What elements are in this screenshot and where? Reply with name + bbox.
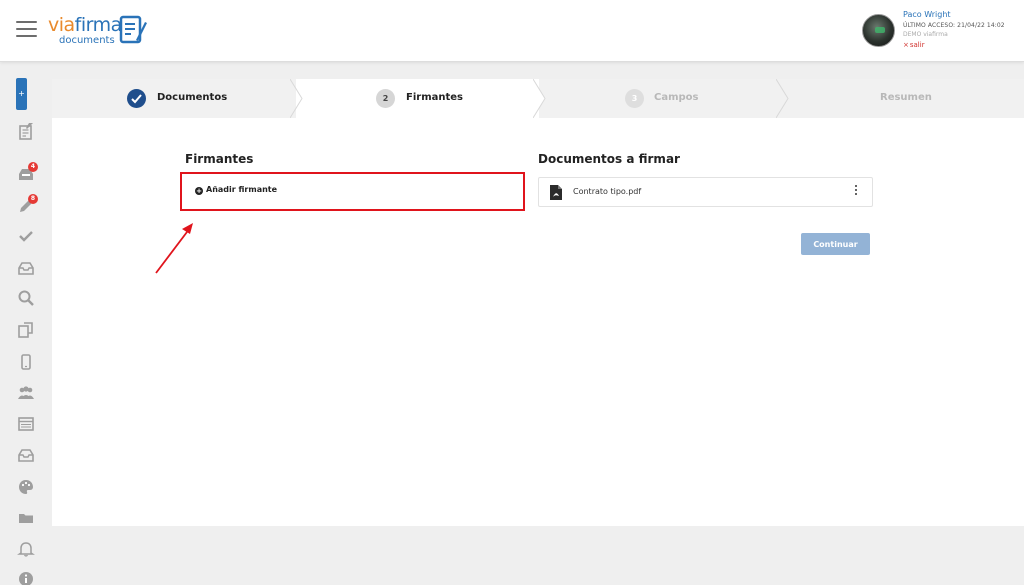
wizard-steps: Documentos 2 Firmantes 3 Campos Resumen bbox=[52, 79, 1024, 118]
folder-icon[interactable] bbox=[17, 509, 35, 527]
step-divider bbox=[290, 79, 303, 118]
logo-document-icon bbox=[119, 15, 147, 44]
info-icon[interactable] bbox=[17, 570, 35, 585]
step-number-3: 3 bbox=[625, 89, 644, 108]
search-icon[interactable] bbox=[17, 289, 35, 307]
main-content: Firmantes + Añadir firmante Documentos a … bbox=[52, 118, 1024, 526]
step-documentos[interactable]: Documentos bbox=[52, 79, 296, 118]
top-header: viafirma documents Paco Wright ÚLTIMO AC… bbox=[0, 0, 1024, 62]
document-name: Contrato tipo.pdf bbox=[573, 187, 642, 196]
avatar[interactable] bbox=[862, 14, 895, 47]
add-signer-button[interactable]: + Añadir firmante bbox=[195, 185, 277, 195]
mobile-icon[interactable] bbox=[17, 353, 35, 371]
add-signer-label: Añadir firmante bbox=[206, 185, 278, 194]
user-name[interactable]: Paco Wright bbox=[903, 10, 951, 19]
step-campos[interactable]: 3 Campos bbox=[539, 79, 782, 118]
close-icon: × bbox=[903, 41, 909, 49]
step-firmantes[interactable]: 2 Firmantes bbox=[296, 79, 539, 118]
sidebar: + 4 8 bbox=[0, 62, 50, 585]
logo-via-text: via bbox=[48, 14, 75, 36]
logo-firma-text: firma bbox=[74, 14, 123, 36]
document-item[interactable]: Contrato tipo.pdf bbox=[538, 177, 873, 207]
red-arrow-annotation bbox=[155, 223, 193, 274]
palette-icon[interactable] bbox=[17, 478, 35, 496]
new-request-button[interactable]: + bbox=[16, 78, 27, 110]
inbox-icon[interactable]: 4 bbox=[17, 162, 38, 183]
archive-icon[interactable] bbox=[17, 446, 35, 464]
edit-document-icon[interactable] bbox=[17, 122, 35, 140]
step-documentos-label: Documentos bbox=[157, 92, 228, 103]
user-panel: Paco Wright ÚLTIMO ACCESO: 21/04/22 14:0… bbox=[862, 9, 1022, 57]
more-options-icon[interactable] bbox=[853, 185, 859, 199]
last-access-text: ÚLTIMO ACCESO: 21/04/22 14:02 bbox=[903, 22, 1005, 29]
step-firmantes-label: Firmantes bbox=[406, 92, 463, 103]
organization-text: DEMO viafirma bbox=[903, 31, 948, 38]
plus-circle-icon: + bbox=[195, 187, 203, 195]
step-resumen-label: Resumen bbox=[880, 92, 932, 103]
users-icon[interactable] bbox=[17, 384, 35, 402]
template-icon[interactable] bbox=[17, 415, 35, 433]
check-icon bbox=[127, 89, 146, 108]
bell-icon[interactable] bbox=[17, 540, 35, 558]
logout-label: salir bbox=[909, 41, 925, 49]
copy-icon[interactable] bbox=[17, 321, 35, 339]
step-divider bbox=[776, 79, 789, 118]
pdf-file-icon bbox=[550, 185, 562, 200]
step-divider bbox=[533, 79, 546, 118]
signers-title: Firmantes bbox=[185, 152, 254, 166]
continue-button[interactable]: Continuar bbox=[801, 233, 870, 255]
logo-documents-text: documents bbox=[59, 35, 115, 46]
step-resumen[interactable]: Resumen bbox=[782, 79, 1024, 118]
check-icon[interactable] bbox=[17, 227, 35, 245]
step-campos-label: Campos bbox=[654, 92, 699, 103]
menu-icon[interactable] bbox=[16, 21, 37, 37]
inbox-badge: 4 bbox=[28, 162, 38, 172]
tray-icon[interactable] bbox=[17, 259, 35, 277]
step-number-2: 2 bbox=[376, 89, 395, 108]
logout-link[interactable]: ×salir bbox=[903, 41, 925, 49]
pen-icon[interactable]: 8 bbox=[17, 194, 38, 215]
pen-badge: 8 bbox=[28, 194, 38, 204]
documents-title: Documentos a firmar bbox=[538, 152, 680, 166]
